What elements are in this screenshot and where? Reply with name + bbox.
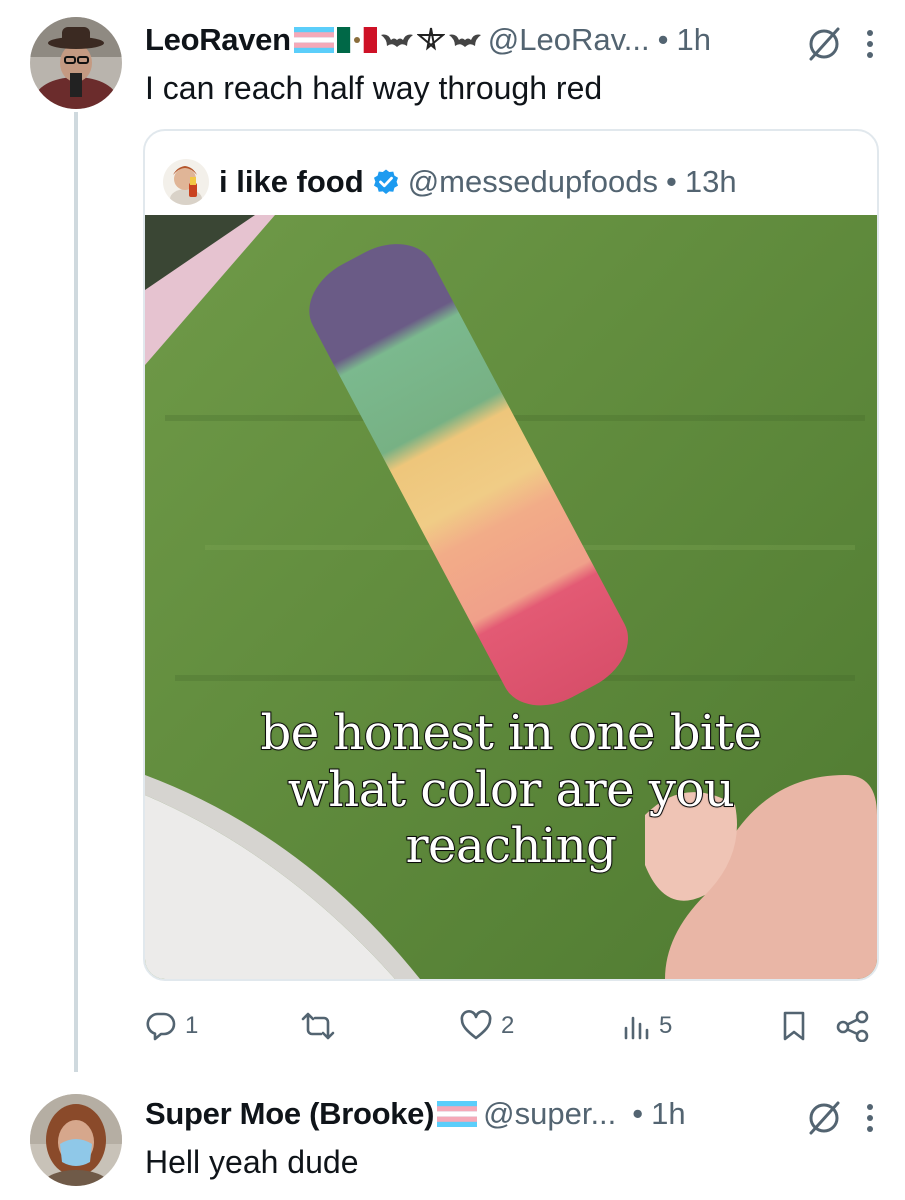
like-button[interactable]: 2 xyxy=(459,1010,514,1042)
post-timestamp[interactable]: 1h xyxy=(676,22,710,58)
quoted-avatar[interactable] xyxy=(163,159,209,205)
quoted-post-card[interactable]: i like food @messedupfoods • 13h be hone… xyxy=(143,129,879,981)
avatar[interactable] xyxy=(30,1094,122,1186)
caption-line: be honest in one bite xyxy=(260,704,763,762)
author-handle[interactable]: @super... xyxy=(483,1096,616,1132)
trans-flag-icon xyxy=(293,27,334,53)
grok-icon[interactable] xyxy=(805,25,843,63)
more-options-icon[interactable] xyxy=(865,1101,875,1135)
post-header-actions xyxy=(805,1099,875,1137)
share-icon xyxy=(836,1010,869,1042)
reply-icon xyxy=(146,1012,176,1041)
bat-icon xyxy=(380,34,413,47)
post-text: I can reach half way through red xyxy=(145,70,603,106)
quoted-post-timestamp[interactable]: 13h xyxy=(685,164,737,200)
author-name[interactable]: LeoRaven xyxy=(145,22,291,58)
caption-line: what color are you xyxy=(287,761,736,819)
quoted-media-image[interactable]: be honest in one bite what color are you… xyxy=(145,215,877,979)
author-name[interactable]: Super Moe (Brooke) xyxy=(145,1096,434,1132)
separator-dot: • xyxy=(666,164,677,199)
grok-icon[interactable] xyxy=(805,1099,843,1137)
bookmark-icon xyxy=(783,1011,805,1041)
avatar[interactable] xyxy=(30,17,122,109)
quoted-author-handle[interactable]: @messedupfoods xyxy=(408,164,658,200)
display-name-emojis xyxy=(437,1101,478,1127)
thread-connector-line xyxy=(74,112,78,1072)
quoted-post-header: i like food @messedupfoods • 13h xyxy=(163,159,737,205)
post-text: Hell yeah dude xyxy=(145,1144,359,1180)
view-count: 5 xyxy=(659,1012,673,1039)
bat-icon xyxy=(448,34,481,47)
separator-dot: • xyxy=(632,1096,644,1131)
verified-badge-icon xyxy=(372,168,400,196)
bookmark-button[interactable] xyxy=(780,1010,808,1042)
trans-flag-icon xyxy=(437,1101,478,1127)
caption-line: reaching xyxy=(405,817,618,875)
post-timestamp[interactable]: 1h xyxy=(651,1096,685,1132)
like-count: 2 xyxy=(501,1012,515,1039)
separator-dot: • xyxy=(657,22,669,57)
heart-icon xyxy=(460,1010,492,1040)
share-button[interactable] xyxy=(835,1010,871,1042)
author-handle[interactable]: @LeoRav... xyxy=(488,22,650,58)
pentagram-icon xyxy=(416,27,445,51)
meme-caption: be honest in one bite what color are you… xyxy=(145,704,877,875)
post-header: Super Moe (Brooke) @super... • 1h xyxy=(145,1096,686,1132)
reply-count: 1 xyxy=(185,1012,199,1039)
quoted-author-name[interactable]: i like food xyxy=(219,164,364,200)
post-header-actions xyxy=(805,25,875,63)
more-options-icon[interactable] xyxy=(865,27,875,61)
views-button[interactable]: 5 xyxy=(623,1010,672,1042)
retweet-button[interactable] xyxy=(300,1010,344,1042)
post-header: LeoRaven @LeoRav... • 1h xyxy=(145,22,711,58)
retweet-icon xyxy=(301,1012,335,1040)
views-chart-icon xyxy=(624,1016,649,1040)
reply-button[interactable]: 1 xyxy=(145,1010,198,1042)
mexico-flag-icon xyxy=(336,27,377,53)
post-action-bar: 1 2 5 xyxy=(145,1006,875,1050)
display-name-emojis xyxy=(293,26,482,54)
